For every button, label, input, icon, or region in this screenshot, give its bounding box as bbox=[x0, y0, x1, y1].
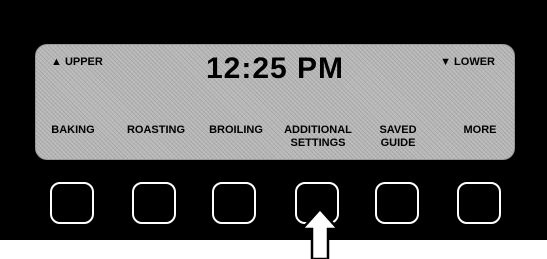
lcd-display: ▲ UPPER ▼ LOWER 12:25 PM BAKING ROASTING… bbox=[35, 44, 515, 160]
menu-label-additional-settings: ADDITIONAL SETTINGS bbox=[284, 124, 352, 149]
up-arrow-icon bbox=[299, 207, 341, 259]
menu-label-baking: BAKING bbox=[51, 124, 95, 136]
control-panel: ▲ UPPER ▼ LOWER 12:25 PM BAKING ROASTING… bbox=[0, 0, 547, 240]
more-button[interactable] bbox=[457, 182, 501, 224]
menu-label-saved-guide: SAVED GUIDE bbox=[379, 124, 417, 149]
saved-guide-button[interactable] bbox=[375, 182, 419, 224]
roasting-button[interactable] bbox=[132, 182, 176, 224]
broiling-button[interactable] bbox=[212, 182, 256, 224]
baking-button[interactable] bbox=[50, 182, 94, 224]
clock-time: 12:25 PM bbox=[205, 52, 345, 85]
menu-label-broiling: BROILING bbox=[209, 124, 263, 136]
menu-label-roasting: ROASTING bbox=[126, 124, 186, 136]
menu-label-more: MORE bbox=[463, 124, 497, 136]
